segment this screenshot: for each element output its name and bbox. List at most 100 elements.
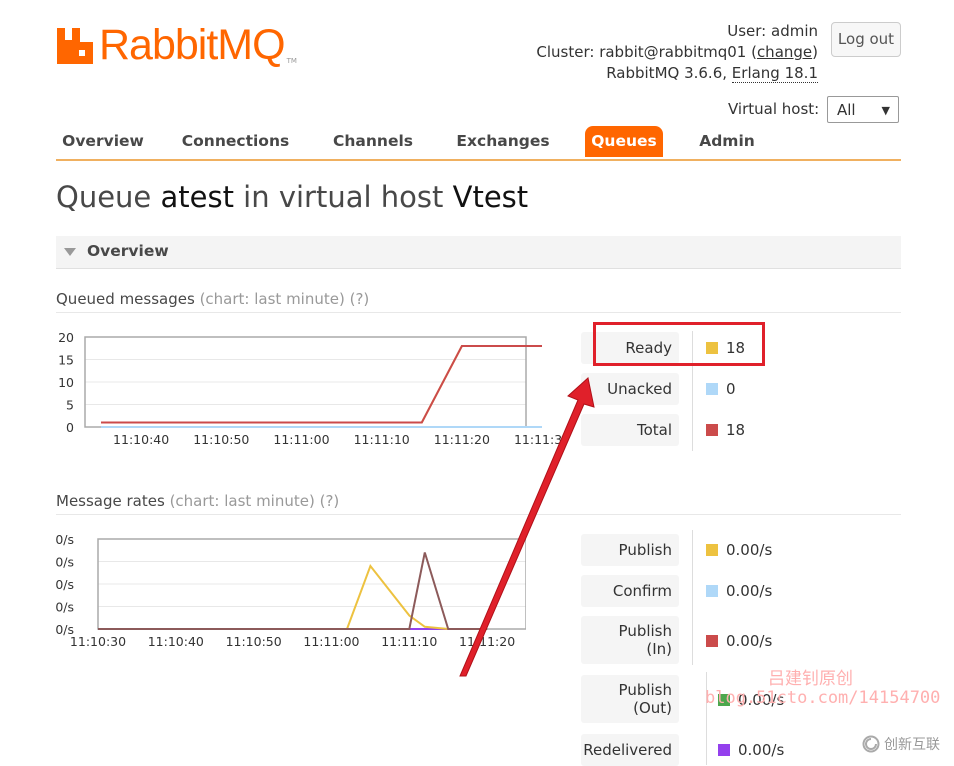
tab-exchanges[interactable]: Exchanges	[453, 126, 553, 157]
rates-help-link[interactable]: (?)	[320, 492, 340, 510]
rates-title: Message rates	[56, 492, 165, 510]
user-name: admin	[771, 22, 818, 40]
legend-label-confirm: Confirm	[581, 575, 679, 607]
confirm-swatch	[706, 585, 718, 597]
title-middle: in virtual host	[233, 180, 453, 214]
legend-separator	[706, 672, 707, 765]
watermark-blog: blog.51cto.com/14154700	[705, 688, 941, 708]
legend-value-redelivered: 0.00/s	[718, 742, 784, 758]
x-tick-label: 11:10:50	[226, 634, 282, 649]
legend-value-publish: 0.00/s	[706, 542, 772, 558]
publish-value: 0.00/s	[726, 541, 773, 559]
y-tick-label: 15	[58, 353, 74, 368]
version-line: RabbitMQ 3.6.6, Erlang 18.1	[536, 63, 818, 84]
queue-name: atest	[160, 180, 234, 214]
redelivered-value: 0.00/s	[738, 741, 785, 759]
title-prefix: Queue	[56, 180, 161, 214]
collapse-triangle-icon[interactable]	[64, 248, 76, 256]
legend-value-confirm: 0.00/s	[706, 583, 772, 599]
cluster-line: Cluster: rabbit@rabbitmq01 (change)	[536, 43, 818, 61]
unacked-value: 0	[726, 380, 736, 398]
rates-chart-note[interactable]: (chart: last minute)	[170, 492, 315, 510]
message-rates-heading: Message rates (chart: last minute) (?)	[56, 492, 339, 510]
y-tick-label: 1.0/s	[56, 600, 74, 615]
queued-chart-note[interactable]: (chart: last minute)	[200, 290, 345, 308]
tab-admin[interactable]: Admin	[692, 126, 762, 157]
message-rates-chart: 4.0/s3.0/s2.0/s1.0/s0.0/s11:10:3011:10:4…	[56, 532, 526, 649]
logout-button[interactable]: Log out	[831, 22, 901, 57]
virtual-host-label: Virtual host:	[728, 100, 820, 118]
total-swatch	[706, 424, 718, 436]
overview-section-title: Overview	[87, 242, 169, 260]
x-tick-label: 11:11:00	[273, 432, 329, 447]
legend-value-total: 18	[706, 422, 745, 438]
watermark-brand: 创新互联	[884, 737, 940, 753]
divider	[56, 312, 901, 313]
queued-title: Queued messages	[56, 290, 195, 308]
x-tick-label: 11:11:30	[514, 432, 566, 447]
series-line-publish	[98, 563, 488, 630]
user-info: User: admin Cluster: rabbit@rabbitmq01 (…	[536, 21, 818, 84]
highlight-box	[593, 322, 765, 366]
x-tick-label: 11:11:10	[354, 432, 410, 447]
y-tick-label: 10	[58, 375, 74, 390]
tab-channels[interactable]: Channels	[327, 126, 419, 157]
user-prefix: User:	[727, 22, 771, 40]
divider	[56, 514, 901, 515]
tab-connections[interactable]: Connections	[180, 126, 291, 157]
dropdown-arrow-icon: ▼	[881, 104, 890, 117]
queued-messages-heading: Queued messages (chart: last minute) (?)	[56, 290, 369, 308]
brand-logo-icon	[862, 735, 880, 753]
cluster-prefix: Cluster:	[536, 43, 600, 61]
y-tick-label: 0	[66, 420, 74, 435]
y-tick-label: 20	[58, 330, 74, 345]
tab-overview[interactable]: Overview	[56, 126, 150, 157]
x-tick-label: 11:10:40	[113, 432, 169, 447]
y-tick-label: 5	[66, 398, 74, 413]
publish-in-value: 0.00/s	[726, 632, 773, 650]
watermark-author: 吕建钊原创	[768, 669, 853, 689]
tab-queues[interactable]: Queues	[585, 126, 663, 157]
rabbitmq-logo: RabbitMQ TM	[55, 23, 297, 68]
publish-swatch	[706, 544, 718, 556]
user-line: User: admin	[536, 21, 818, 42]
main-nav: Overview Connections Channels Exchanges …	[56, 126, 901, 161]
change-cluster-link[interactable]: change	[757, 43, 812, 61]
legend-separator	[692, 530, 693, 665]
queued-help-link[interactable]: (?)	[350, 290, 370, 308]
erlang-version: Erlang 18.1	[731, 64, 818, 83]
logo-trademark: TM	[286, 57, 297, 65]
rabbit-logo-icon	[57, 28, 93, 64]
redelivered-swatch	[718, 744, 730, 756]
vhost-name: Vtest	[452, 180, 529, 214]
legend-label-redelivered: Redelivered	[581, 734, 679, 766]
legend-label-publish-in: Publish (In)	[581, 616, 679, 664]
series-line-ready	[101, 345, 542, 424]
legend-label-total: Total	[581, 414, 679, 446]
overview-section-header[interactable]	[56, 236, 901, 269]
watermark-badge: 创新互联	[856, 726, 954, 762]
legend-value-unacked: 0	[706, 381, 736, 397]
queued-messages-chart: 20 15 10 5 0 11:10:40 11:10:50 11:11:00 11:11:10…	[58, 330, 566, 447]
publish-in-swatch	[706, 635, 718, 647]
legend-label-publish: Publish	[581, 534, 679, 566]
y-tick-label: 4.0/s	[56, 532, 74, 547]
x-tick-label: 11:11:00	[303, 634, 359, 649]
series-line-deliver	[98, 552, 488, 630]
unacked-swatch	[706, 383, 718, 395]
page-title: Queue atest in virtual host Vtest	[56, 180, 528, 214]
legend-label-publish-out: Publish (Out)	[581, 675, 679, 723]
virtual-host-select[interactable]: All ▼	[827, 96, 899, 123]
legend-label-unacked: Unacked	[581, 373, 679, 405]
logo-text: RabbitMQ	[99, 21, 286, 69]
virtual-host-selected: All	[837, 101, 856, 119]
x-tick-label: 11:11:10	[381, 634, 437, 649]
total-value: 18	[726, 421, 746, 439]
version-text: RabbitMQ 3.6.6,	[606, 64, 732, 82]
x-tick-label: 11:10:40	[148, 634, 204, 649]
legend-value-publish-in: 0.00/s	[706, 633, 772, 649]
y-tick-label: 2.0/s	[56, 577, 74, 592]
confirm-value: 0.00/s	[726, 582, 773, 600]
x-tick-label: 11:11:20	[434, 432, 490, 447]
y-tick-label: 3.0/s	[56, 555, 74, 570]
